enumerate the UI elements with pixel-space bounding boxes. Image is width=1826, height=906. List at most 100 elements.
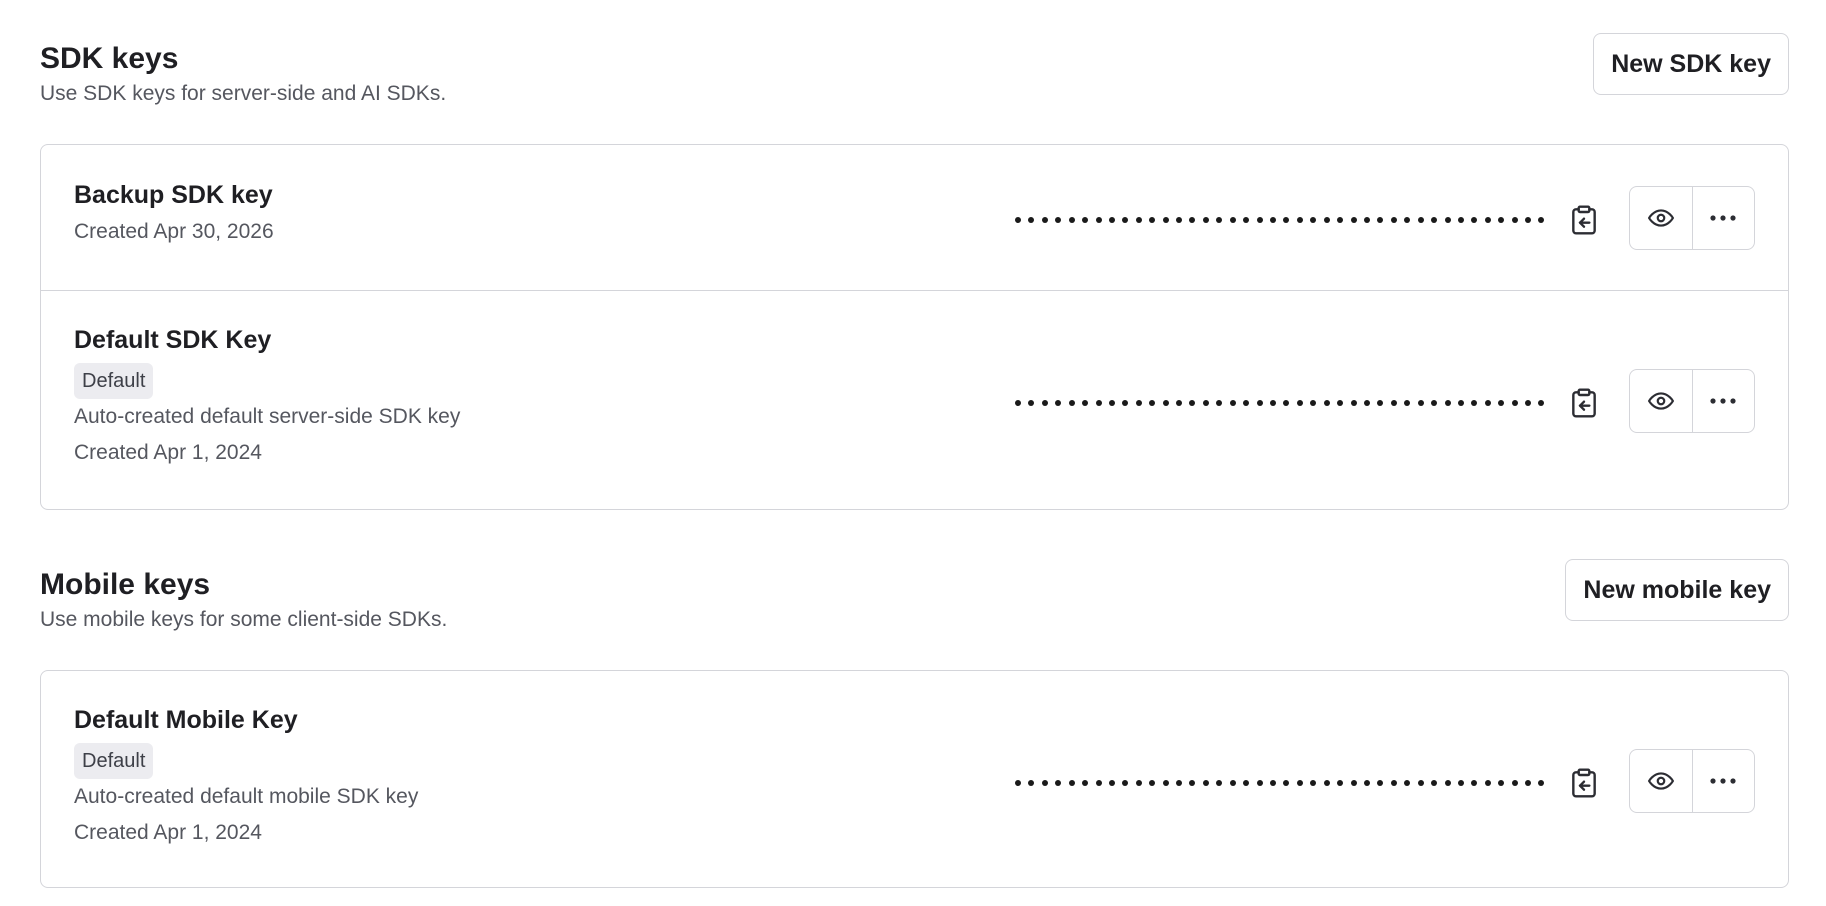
mask-dot [1484, 780, 1491, 786]
key-info: Backup SDK key Created Apr 30, 2026 [74, 180, 274, 250]
key-info: Default Mobile Key Default Auto-created … [74, 705, 418, 851]
sdk-keys-header: SDK keys Use SDK keys for server-side an… [40, 33, 1789, 130]
mask-dot [1511, 780, 1518, 786]
mask-dot [1243, 400, 1250, 406]
key-name: Backup SDK key [74, 181, 273, 209]
new-sdk-key-button[interactable]: New SDK key [1593, 33, 1789, 95]
mask-dot [1471, 400, 1478, 406]
default-badge: Default [74, 743, 154, 779]
mask-dot [1377, 217, 1384, 223]
key-more-options-button[interactable] [1691, 187, 1755, 249]
mask-dot [1108, 780, 1115, 786]
mask-dot [1256, 400, 1263, 406]
more-horizontal-icon [1710, 778, 1736, 784]
mask-dot [1431, 780, 1438, 786]
key-actions-group [1629, 749, 1755, 813]
mask-dot [1015, 780, 1021, 786]
key-more-options-button[interactable] [1691, 370, 1755, 432]
mask-dot [1363, 780, 1370, 786]
reveal-key-button[interactable] [1630, 187, 1692, 249]
copy-key-icon[interactable] [1568, 204, 1600, 236]
mask-dot [1015, 217, 1021, 223]
copy-key-icon[interactable] [1568, 387, 1600, 419]
mask-dot [1229, 780, 1236, 786]
key-actions-group [1629, 186, 1755, 250]
mask-dot [1471, 217, 1478, 223]
mask-dot [1028, 780, 1035, 786]
copy-key-icon[interactable] [1568, 767, 1600, 799]
mask-dot [1202, 400, 1209, 406]
mask-dot [1095, 400, 1102, 406]
mask-dot [1484, 400, 1491, 406]
new-mobile-key-button[interactable]: New mobile key [1565, 559, 1789, 621]
mask-dot [1323, 780, 1330, 786]
eye-icon [1647, 209, 1674, 227]
mask-dot [1055, 400, 1062, 406]
sdk-keys-section: SDK keys Use SDK keys for server-side an… [40, 33, 1789, 510]
mask-dot [1122, 780, 1129, 786]
mask-dot [1095, 780, 1102, 786]
mask-dot [1431, 400, 1438, 406]
masked-key-value [1015, 400, 1545, 406]
mask-dot [1229, 400, 1236, 406]
mask-dot [1417, 400, 1424, 406]
mask-dot [1323, 400, 1330, 406]
mask-dot [1041, 217, 1048, 223]
mask-dot [1337, 217, 1344, 223]
key-name: Default SDK Key [74, 326, 272, 354]
mask-dot [1028, 400, 1035, 406]
mask-dot [1095, 217, 1102, 223]
key-created-date: Created Apr 30, 2026 [74, 220, 274, 243]
reveal-key-button[interactable] [1630, 750, 1692, 812]
mask-dot [1149, 780, 1156, 786]
more-horizontal-icon [1710, 398, 1736, 404]
mask-dot [1189, 780, 1196, 786]
mask-dot [1310, 400, 1317, 406]
mask-dot [1323, 217, 1330, 223]
mask-dot [1068, 400, 1075, 406]
mask-dot [1122, 217, 1129, 223]
mask-dot [1135, 400, 1142, 406]
mask-dot [1108, 400, 1115, 406]
mask-dot [1176, 400, 1183, 406]
mask-dot [1350, 780, 1357, 786]
mask-dot [1498, 217, 1505, 223]
mask-dot [1082, 780, 1089, 786]
mask-dot [1216, 217, 1223, 223]
mask-dot [1525, 780, 1532, 786]
mask-dot [1498, 780, 1505, 786]
api-keys-page: SDK keys Use SDK keys for server-side an… [0, 0, 1826, 906]
mask-dot [1457, 780, 1464, 786]
mask-dot [1283, 780, 1290, 786]
key-description: Auto-created default server-side SDK key [74, 405, 461, 428]
mask-dot [1243, 217, 1250, 223]
mask-dot [1082, 217, 1089, 223]
reveal-key-button[interactable] [1630, 370, 1692, 432]
mobile-keys-title: Mobile keys [40, 568, 211, 601]
mask-dot [1202, 780, 1209, 786]
mask-dot [1283, 217, 1290, 223]
mask-dot [1068, 780, 1075, 786]
mask-dot [1055, 217, 1062, 223]
mask-dot [1457, 217, 1464, 223]
mask-dot [1041, 780, 1048, 786]
key-description: Auto-created default mobile SDK key [74, 785, 419, 808]
mask-dot [1417, 780, 1424, 786]
mask-dot [1390, 400, 1397, 406]
mobile-keys-list: Default Mobile Key Default Auto-created … [40, 670, 1789, 888]
mask-dot [1350, 400, 1357, 406]
masked-key-value [1015, 780, 1545, 786]
mask-dot [1538, 217, 1545, 223]
mask-dot [1216, 400, 1223, 406]
mask-dot [1270, 780, 1277, 786]
sdk-key-row-backup: Backup SDK key Created Apr 30, 2026 [41, 145, 1788, 290]
mask-dot [1296, 217, 1303, 223]
mobile-keys-section: Mobile keys Use mobile keys for some cli… [40, 559, 1789, 888]
mask-dot [1350, 217, 1357, 223]
more-horizontal-icon [1710, 215, 1736, 221]
mask-dot [1310, 780, 1317, 786]
mobile-key-row-default: Default Mobile Key Default Auto-created … [41, 671, 1788, 887]
mask-dot [1444, 780, 1451, 786]
key-more-options-button[interactable] [1691, 750, 1755, 812]
mask-dot [1417, 217, 1424, 223]
